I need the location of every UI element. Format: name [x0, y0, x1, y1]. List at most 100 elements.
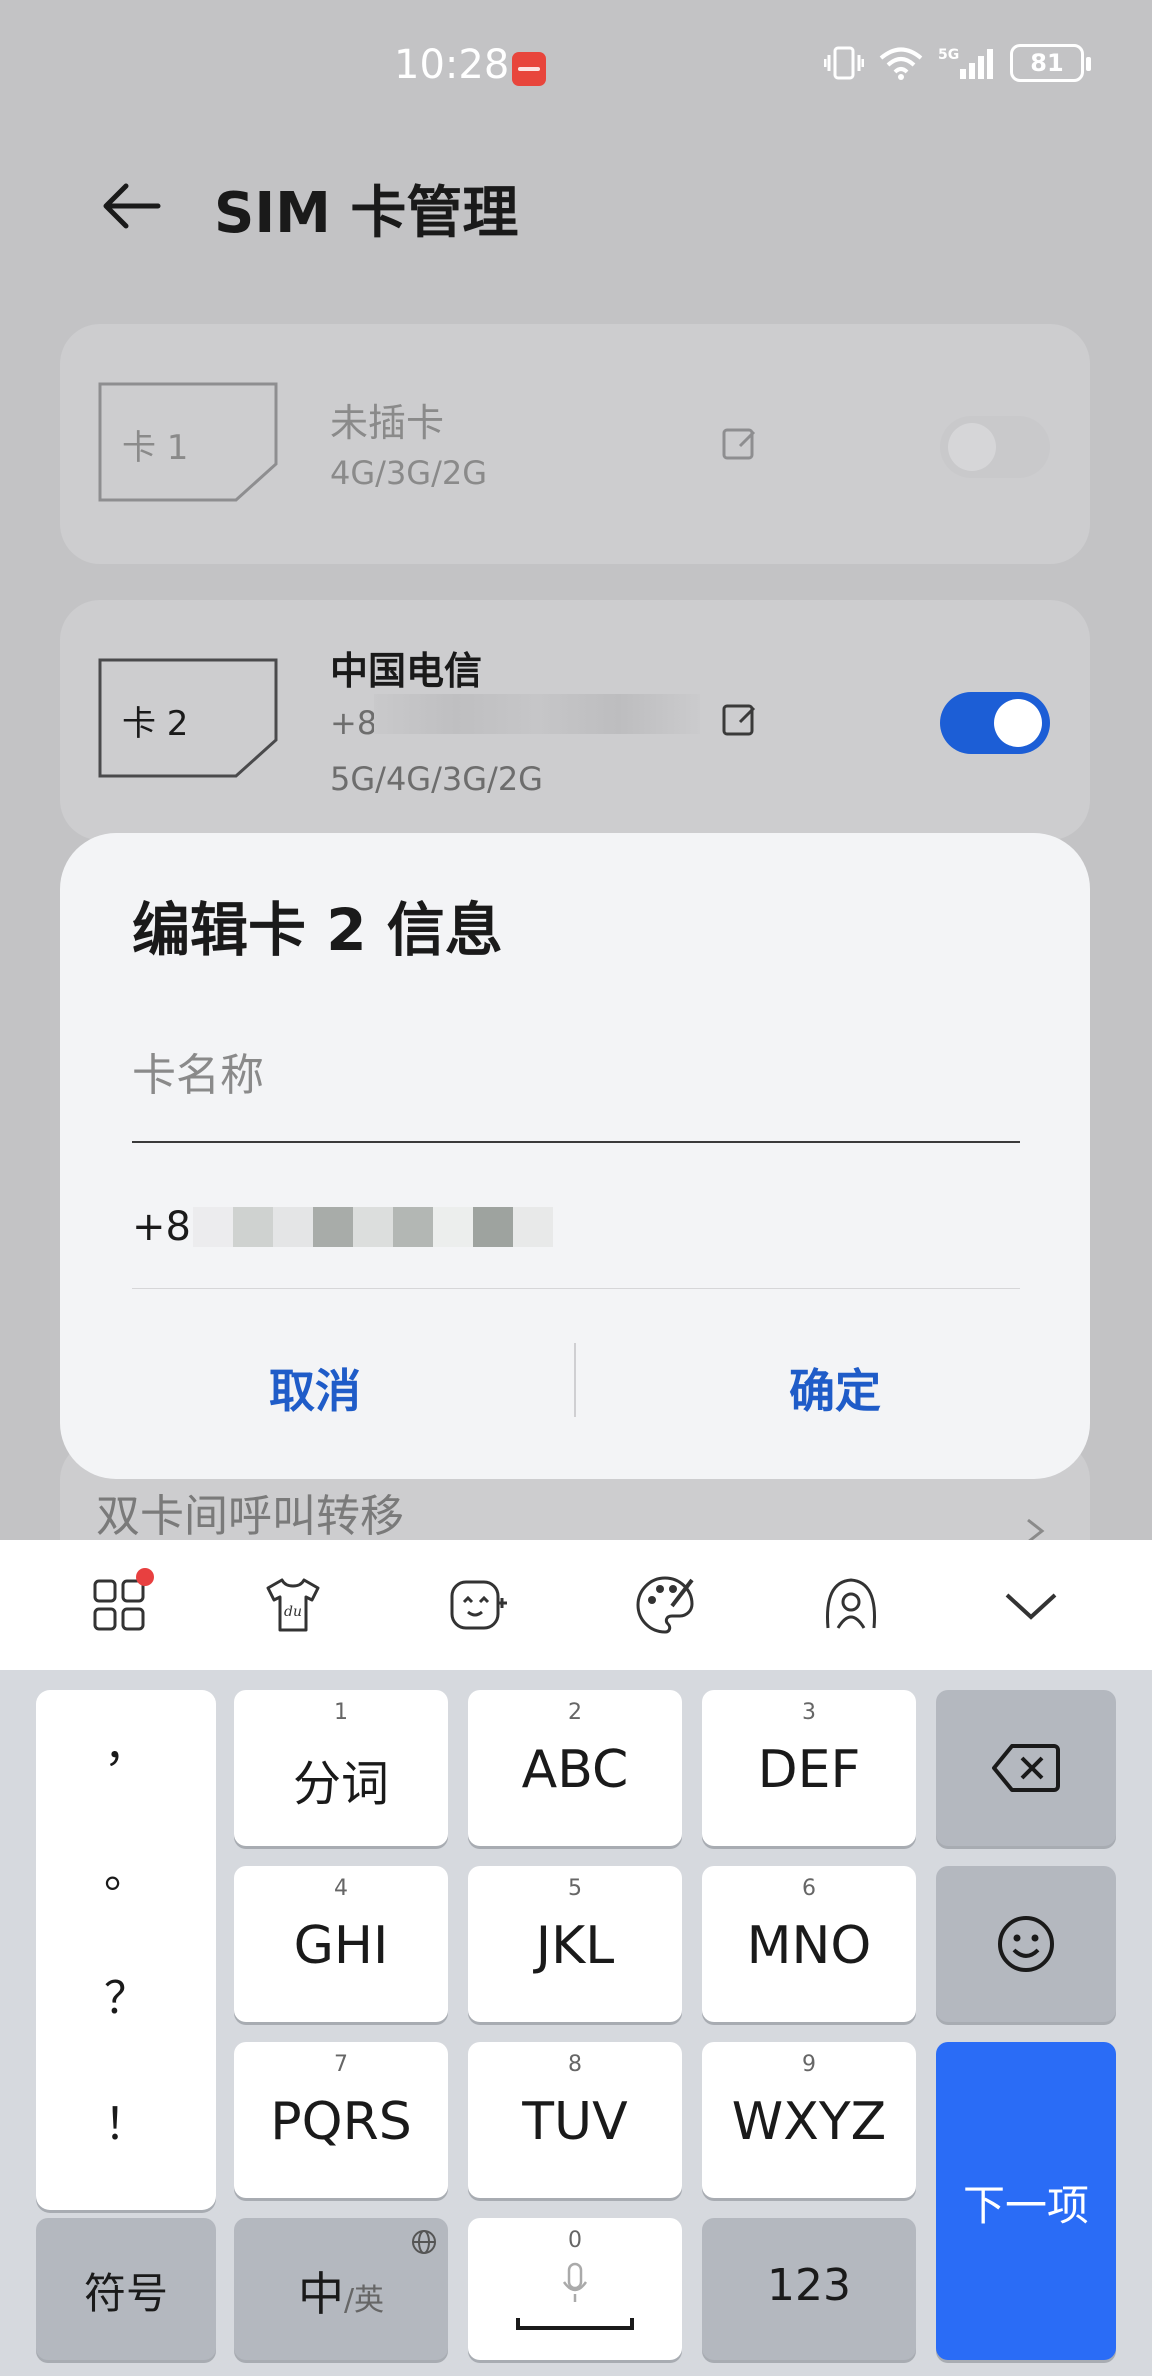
redacted-number — [374, 694, 700, 734]
assistant-glyph — [825, 1578, 877, 1629]
punct-key-exclaim[interactable]: ！ — [36, 2088, 216, 2152]
key-label: WXYZ — [731, 2092, 887, 2152]
key-number: 4 — [334, 1876, 348, 1901]
edit-icon[interactable] — [720, 424, 760, 464]
card-name-input[interactable] — [132, 1043, 1020, 1107]
page-title: SIM 卡管理 — [214, 181, 519, 246]
key-9[interactable]: 9 WXYZ — [702, 2042, 916, 2198]
sim-number: +8 — [330, 704, 377, 742]
edit-sim-dialog: 编辑卡 2 信息 +8 取消 确定 — [60, 833, 1090, 1479]
button-divider — [574, 1343, 576, 1417]
input-underline — [132, 1141, 1020, 1143]
toggle-knob — [948, 423, 996, 471]
key-8[interactable]: 8 TUV — [468, 2042, 682, 2198]
svg-text:du: du — [284, 1604, 302, 1620]
key-3[interactable]: 3 DEF — [702, 1690, 916, 1846]
grid-menu-icon[interactable] — [76, 1562, 162, 1648]
sim-network: 5G/4G/3G/2G — [330, 760, 543, 798]
numbers-key[interactable]: 123 — [702, 2218, 916, 2360]
ime-keyboard: ， 。 ？ ！ 1 分词 2 ABC 3 DEF 4 GHI 5 JKL 6 M… — [0, 1670, 1152, 2376]
battery-level: 81 — [1030, 49, 1064, 77]
key-4[interactable]: 4 GHI — [234, 1866, 448, 2022]
language-label: 中/英 — [234, 2258, 448, 2324]
toggle-knob — [994, 699, 1042, 747]
sim-chip-label: 卡 1 — [122, 428, 189, 468]
status-time: 10:28 — [394, 42, 510, 88]
key-number: 0 — [568, 2228, 582, 2253]
sim-1-toggle[interactable] — [940, 416, 1050, 478]
punct-key-question[interactable]: ？ — [36, 1962, 216, 2026]
symbols-label: 符号 — [83, 2269, 168, 2318]
punctuation-column: ， 。 ？ ！ — [36, 1690, 216, 2210]
key-label: PQRS — [270, 2092, 412, 2152]
backspace-key[interactable] — [936, 1690, 1116, 1846]
key-1[interactable]: 1 分词 — [234, 1690, 448, 1846]
shirt-glyph: du — [266, 1578, 320, 1632]
key-label: 分词 — [292, 1756, 389, 1812]
key-label: MNO — [746, 1916, 872, 1976]
vibrate-icon — [824, 46, 864, 80]
notification-dot — [136, 1568, 154, 1586]
sim-name: 未插卡 — [330, 401, 445, 445]
status-icons: 5G 81 — [824, 44, 1091, 82]
key-number: 2 — [568, 1700, 582, 1725]
cancel-button[interactable]: 取消 — [75, 1333, 555, 1443]
notification-badge-icon — [512, 52, 546, 86]
language-alt: /英 — [343, 2283, 385, 2318]
space-key[interactable]: 0 — [468, 2218, 682, 2360]
skin-icon[interactable]: du — [250, 1562, 336, 1648]
palette-glyph — [636, 1576, 694, 1634]
back-arrow-icon[interactable] — [96, 170, 168, 242]
smiley-icon — [998, 1916, 1054, 1972]
key-number: 1 — [334, 1700, 348, 1725]
next-field-label: 下一项 — [962, 2181, 1089, 2230]
backspace-icon — [992, 1744, 1060, 1792]
sim-number-prefix: +8 — [330, 704, 378, 742]
numbers-label: 123 — [767, 2260, 851, 2311]
dialog-title: 编辑卡 2 信息 — [132, 896, 503, 964]
globe-icon — [412, 2230, 436, 2254]
key-number: 9 — [802, 2052, 816, 2077]
symbols-key[interactable]: 符号 — [36, 2218, 216, 2360]
punct-key-period[interactable]: 。 — [36, 1836, 216, 1900]
edit-icon[interactable] — [720, 700, 760, 740]
divider — [132, 1288, 1020, 1289]
key-number: 3 — [802, 1700, 816, 1725]
signal-5g-icon: 5G — [938, 47, 993, 79]
emoji-face-icon[interactable] — [436, 1562, 522, 1648]
assistant-icon[interactable] — [808, 1562, 894, 1648]
key-label: ABC — [521, 1740, 629, 1800]
key-2[interactable]: 2 ABC — [468, 1690, 682, 1846]
emoji-key[interactable] — [936, 1866, 1116, 2022]
key-5[interactable]: 5 JKL — [468, 1866, 682, 2022]
card-number-prefix: +8 — [132, 1204, 191, 1250]
chevron-down-icon — [1005, 1593, 1057, 1620]
key-7[interactable]: 7 PQRS — [234, 2042, 448, 2198]
sim-network: 4G/3G/2G — [330, 454, 488, 492]
sim-card-2: 卡 2 中国电信 +8 5G/4G/3G/2G — [60, 600, 1090, 840]
punct-key-comma[interactable]: ， — [36, 1710, 216, 1774]
space-bar-glyph — [516, 2318, 634, 2330]
microphone-icon — [562, 2262, 588, 2302]
palette-icon[interactable] — [622, 1562, 708, 1648]
key-6[interactable]: 6 MNO — [702, 1866, 916, 2022]
key-label: GHI — [293, 1916, 389, 1976]
key-label: DEF — [757, 1740, 861, 1800]
collapse-keyboard-icon[interactable] — [988, 1562, 1074, 1648]
sim-name: 中国电信 — [330, 649, 483, 693]
next-field-button[interactable]: 下一项 — [936, 2042, 1116, 2360]
confirm-button[interactable]: 确定 — [595, 1333, 1075, 1443]
wifi-icon — [879, 47, 923, 80]
key-number: 5 — [568, 1876, 582, 1901]
redacted-number — [192, 1207, 553, 1247]
key-label: TUV — [522, 2092, 628, 2152]
sim-card-1: 卡 1 未插卡 4G/3G/2G — [60, 324, 1090, 564]
key-number: 7 — [334, 2052, 348, 2077]
keyboard-toolbar: du — [0, 1540, 1152, 1670]
key-label: JKL — [535, 1916, 615, 1976]
sim-2-toggle[interactable] — [940, 692, 1050, 754]
sim-chip-label: 卡 2 — [122, 704, 189, 744]
language-switch-key[interactable]: 中/英 — [234, 2218, 448, 2360]
key-number: 8 — [568, 2052, 582, 2077]
card-number: +8 — [132, 1199, 553, 1255]
